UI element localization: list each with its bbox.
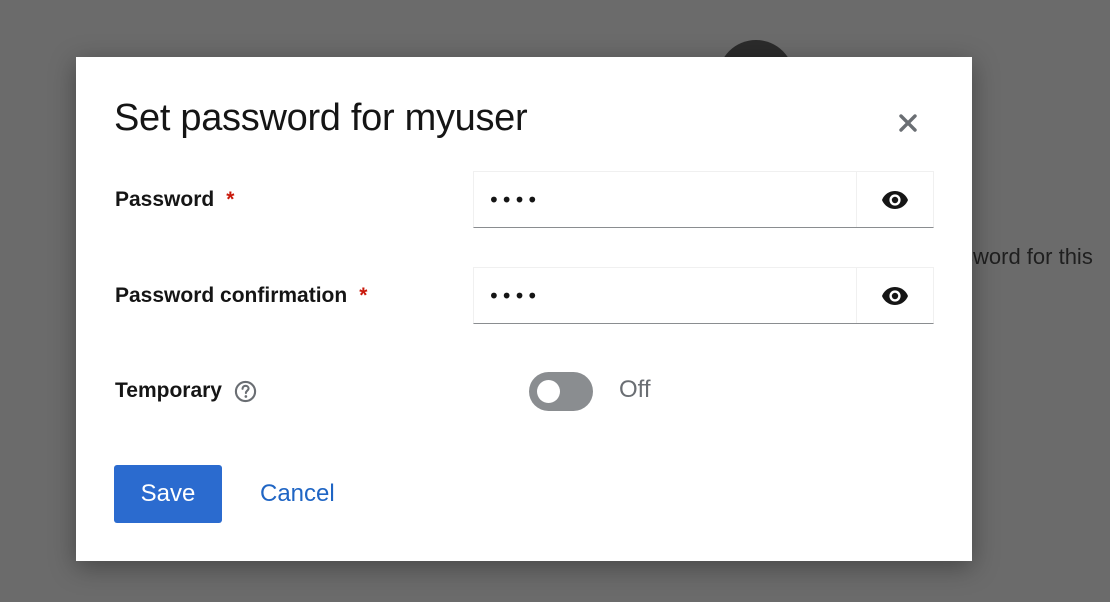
password-input[interactable] xyxy=(474,172,856,227)
toggle-knob xyxy=(537,380,560,403)
show-password-confirmation-button[interactable] xyxy=(856,268,933,323)
password-input-group xyxy=(473,171,934,228)
dialog-title: Set password for myuser xyxy=(114,97,528,139)
temporary-toggle-state: Off xyxy=(619,376,651,403)
required-indicator: * xyxy=(359,284,368,307)
save-button[interactable]: Save xyxy=(114,465,222,523)
required-indicator: * xyxy=(226,188,235,211)
temporary-toggle[interactable] xyxy=(529,372,593,411)
help-icon[interactable] xyxy=(234,380,257,403)
close-icon xyxy=(899,114,917,132)
eye-icon xyxy=(882,190,908,209)
password-label-text: Password xyxy=(115,188,215,211)
password-confirmation-input[interactable] xyxy=(474,268,856,323)
password-confirmation-input-group xyxy=(473,267,934,324)
password-confirmation-label-text: Password confirmation xyxy=(115,284,348,307)
cancel-button[interactable]: Cancel xyxy=(260,465,335,523)
eye-icon xyxy=(882,286,908,305)
password-confirmation-label: Password confirmation * xyxy=(115,284,367,308)
password-label: Password * xyxy=(115,188,234,212)
background-text: sword for this xyxy=(962,244,1093,269)
close-button[interactable] xyxy=(892,107,924,139)
set-password-dialog: Set password for myuser Password * Passw… xyxy=(76,57,972,561)
temporary-label-text: Temporary xyxy=(115,379,222,402)
temporary-label: Temporary xyxy=(115,379,257,403)
show-password-button[interactable] xyxy=(856,172,933,227)
